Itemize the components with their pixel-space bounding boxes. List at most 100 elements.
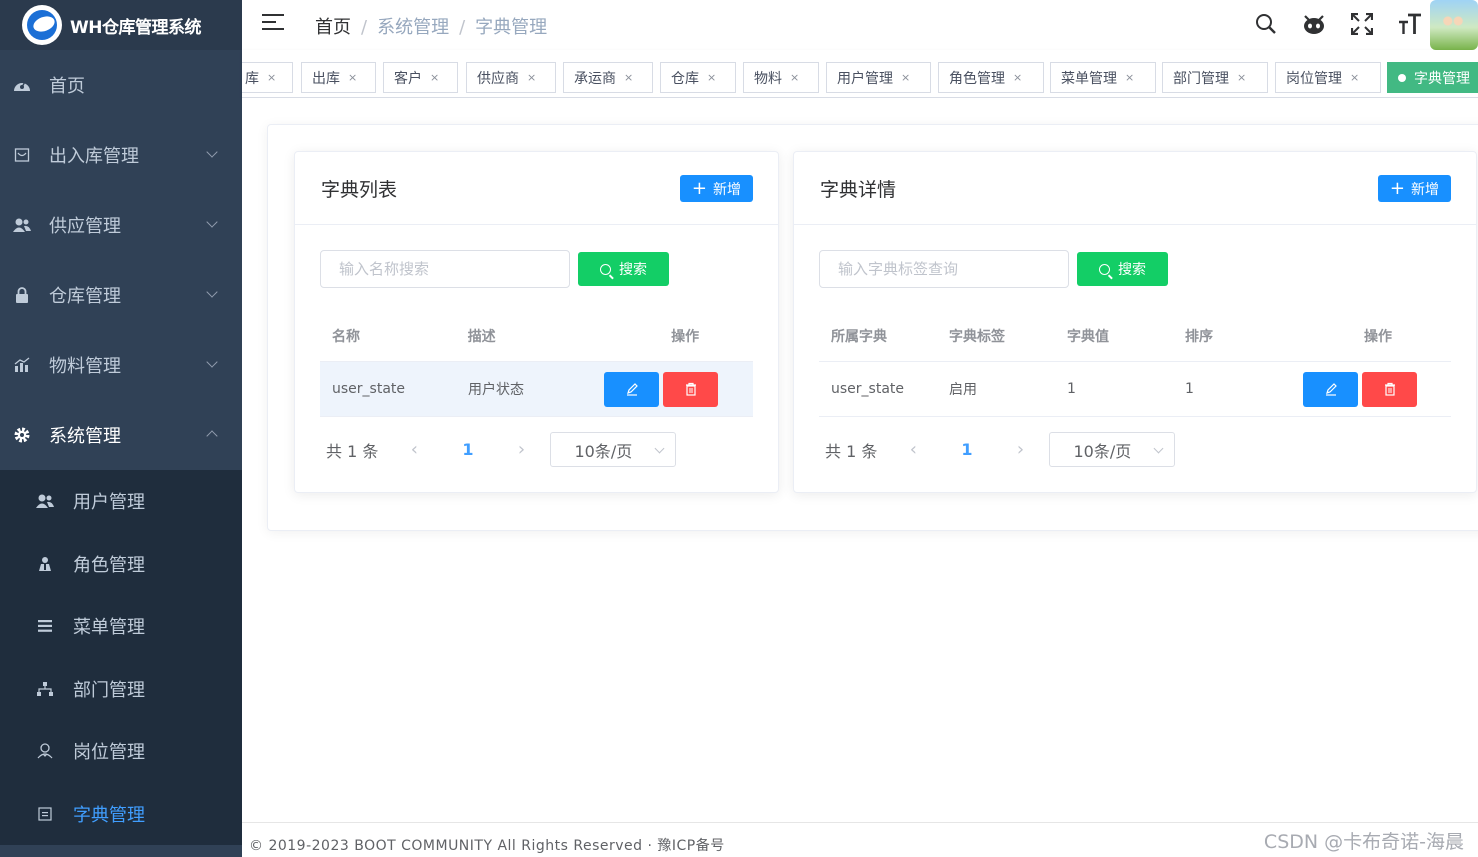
dict-list-card: 字典列表 +新增 搜索 名称 描述 操作 user_state 用户状态 <box>294 151 779 493</box>
total-count: 共 1 条 <box>326 441 379 461</box>
hamburger-icon[interactable] <box>262 14 284 34</box>
dict-label-search-input[interactable] <box>819 250 1069 288</box>
close-icon[interactable]: × <box>624 71 633 84</box>
breadcrumb-system: 系统管理 <box>377 17 450 38</box>
list-icon <box>35 620 55 633</box>
logo[interactable]: WH仓库管理系统 <box>0 0 242 50</box>
close-icon[interactable]: × <box>790 71 799 84</box>
page-size-select[interactable]: 10条/页 <box>549 432 676 467</box>
tag-customer[interactable]: 客户 × <box>383 62 458 93</box>
font-size-icon[interactable] <box>1398 12 1422 36</box>
plus-icon: + <box>1389 177 1405 199</box>
dict-name-search-input[interactable] <box>320 250 570 288</box>
trash-icon <box>1384 382 1395 396</box>
edit-icon <box>1325 383 1337 396</box>
total-count: 共 1 条 <box>825 441 878 461</box>
sidebar-item-home[interactable]: 首页 <box>0 50 242 120</box>
sidebar-item-material[interactable]: 物料管理 <box>0 330 242 400</box>
user-avatar[interactable] <box>1430 0 1478 50</box>
add-detail-button[interactable]: + 新增 <box>1377 175 1451 202</box>
close-icon[interactable]: × <box>1237 71 1246 84</box>
tag-roles[interactable]: 角色管理 × <box>938 62 1044 93</box>
tag-menus[interactable]: 菜单管理 × <box>1050 62 1156 93</box>
edit-button[interactable] <box>604 371 659 407</box>
sidebar-item-inout[interactable]: 出入库管理 <box>0 120 242 190</box>
page-container: 字典列表 +新增 搜索 名称 描述 操作 user_state 用户状态 <box>267 124 1478 531</box>
breadcrumb-dict: 字典管理 <box>475 17 548 38</box>
table-row[interactable]: user_state 用户状态 <box>320 362 753 417</box>
tag-supplier[interactable]: 供应商 × <box>466 62 556 93</box>
card-title: 字典列表 <box>321 179 398 201</box>
search-icon <box>1099 263 1110 275</box>
tag-posts[interactable]: 岗位管理 × <box>1275 62 1381 93</box>
watermark: CSDN @卡布奇诺-海晨 <box>1263 831 1464 853</box>
table-row[interactable]: user_state 启用 1 1 <box>819 362 1451 417</box>
trash-icon <box>685 382 696 396</box>
main-content: 字典列表 +新增 搜索 名称 描述 操作 user_state 用户状态 <box>242 98 1478 822</box>
sidebar-item-posts[interactable]: 岗位管理 <box>0 720 242 783</box>
sidebar-item-dict[interactable]: 字典管理 <box>0 783 242 846</box>
close-icon[interactable]: × <box>707 71 716 84</box>
sidebar: WH仓库管理系统 首页 出入库管理 供应管理 仓库管理 物料管理 系统管理 用户… <box>0 0 242 857</box>
search-button[interactable]: 搜索 <box>1077 252 1168 286</box>
tag-outbound[interactable]: 出库 × <box>301 62 376 93</box>
breadcrumb-home[interactable]: 首页 <box>315 17 351 38</box>
sidebar-item-system[interactable]: 系统管理 <box>0 400 242 470</box>
add-dict-button[interactable]: + 新增 <box>679 175 753 202</box>
sidebar-item-menus[interactable]: 菜单管理 <box>0 595 242 658</box>
fullscreen-icon[interactable] <box>1350 12 1374 36</box>
next-page-icon[interactable]: › <box>1011 439 1031 460</box>
tag-inbound[interactable]: 库 × <box>242 62 293 93</box>
edit-button[interactable] <box>1303 371 1358 407</box>
page-size-select[interactable]: 10条/页 <box>1048 432 1175 467</box>
post-icon <box>35 743 55 759</box>
tag-dict[interactable]: 字典管理 <box>1387 62 1478 93</box>
delete-button[interactable] <box>1362 371 1417 407</box>
gear-icon <box>12 426 32 444</box>
pagination: 共 1 条 ‹ 1 › 10条/页 <box>326 432 676 467</box>
sidebar-item-depts[interactable]: 部门管理 <box>0 658 242 721</box>
app-title: WH仓库管理系统 <box>70 17 201 38</box>
next-page-icon[interactable]: › <box>512 439 532 460</box>
top-header: 首页 / 系统管理 / 字典管理 <box>242 0 1478 50</box>
tag-carrier[interactable]: 承运商 × <box>563 62 653 93</box>
chevron-down-icon <box>206 216 218 228</box>
search-icon[interactable] <box>1254 12 1278 36</box>
sidebar-item-warehouse[interactable]: 仓库管理 <box>0 260 242 330</box>
tag-users[interactable]: 用户管理 × <box>826 62 931 93</box>
tag-warehouse[interactable]: 仓库 × <box>660 62 736 93</box>
github-icon[interactable] <box>1302 12 1326 36</box>
tree-icon <box>35 681 55 696</box>
page-number[interactable]: 1 <box>961 440 972 459</box>
dict-list-table: 名称 描述 操作 user_state 用户状态 <box>320 310 753 417</box>
sidebar-item-supply[interactable]: 供应管理 <box>0 190 242 260</box>
close-icon[interactable]: × <box>1125 71 1134 84</box>
sidebar-item-users[interactable]: 用户管理 <box>0 470 242 533</box>
close-icon[interactable]: × <box>901 71 910 84</box>
system-submenu: 用户管理 角色管理 菜单管理 部门管理 岗位管理 字典管理 <box>0 470 242 845</box>
pagination: 共 1 条 ‹ 1 › 10条/页 <box>825 432 1175 467</box>
search-button[interactable]: 搜索 <box>578 252 669 286</box>
tag-depts[interactable]: 部门管理 × <box>1162 62 1268 93</box>
page-number[interactable]: 1 <box>462 440 473 459</box>
prev-page-icon[interactable]: ‹ <box>404 439 424 460</box>
card-title: 字典详情 <box>820 179 897 201</box>
close-icon[interactable]: × <box>1350 71 1359 84</box>
plus-icon: + <box>691 177 707 199</box>
edit-icon <box>626 383 638 396</box>
sidebar-item-roles[interactable]: 角色管理 <box>0 533 242 596</box>
close-icon[interactable]: × <box>527 71 536 84</box>
table-header: 所属字典 字典标签 字典值 排序 操作 <box>819 310 1451 362</box>
footer: © 2019-2023 BOOT COMMUNITY All Rights Re… <box>242 822 1478 857</box>
close-icon[interactable]: × <box>267 71 276 84</box>
copyright-text: © 2019-2023 BOOT COMMUNITY All Rights Re… <box>249 838 725 854</box>
close-icon[interactable]: × <box>430 71 439 84</box>
delete-button[interactable] <box>663 371 718 407</box>
prev-page-icon[interactable]: ‹ <box>903 439 923 460</box>
chevron-down-icon <box>206 286 218 298</box>
tag-material[interactable]: 物料 × <box>743 62 819 93</box>
dict-icon <box>35 807 55 821</box>
chevron-down-icon <box>206 146 218 158</box>
close-icon[interactable]: × <box>1013 71 1022 84</box>
close-icon[interactable]: × <box>348 71 357 84</box>
